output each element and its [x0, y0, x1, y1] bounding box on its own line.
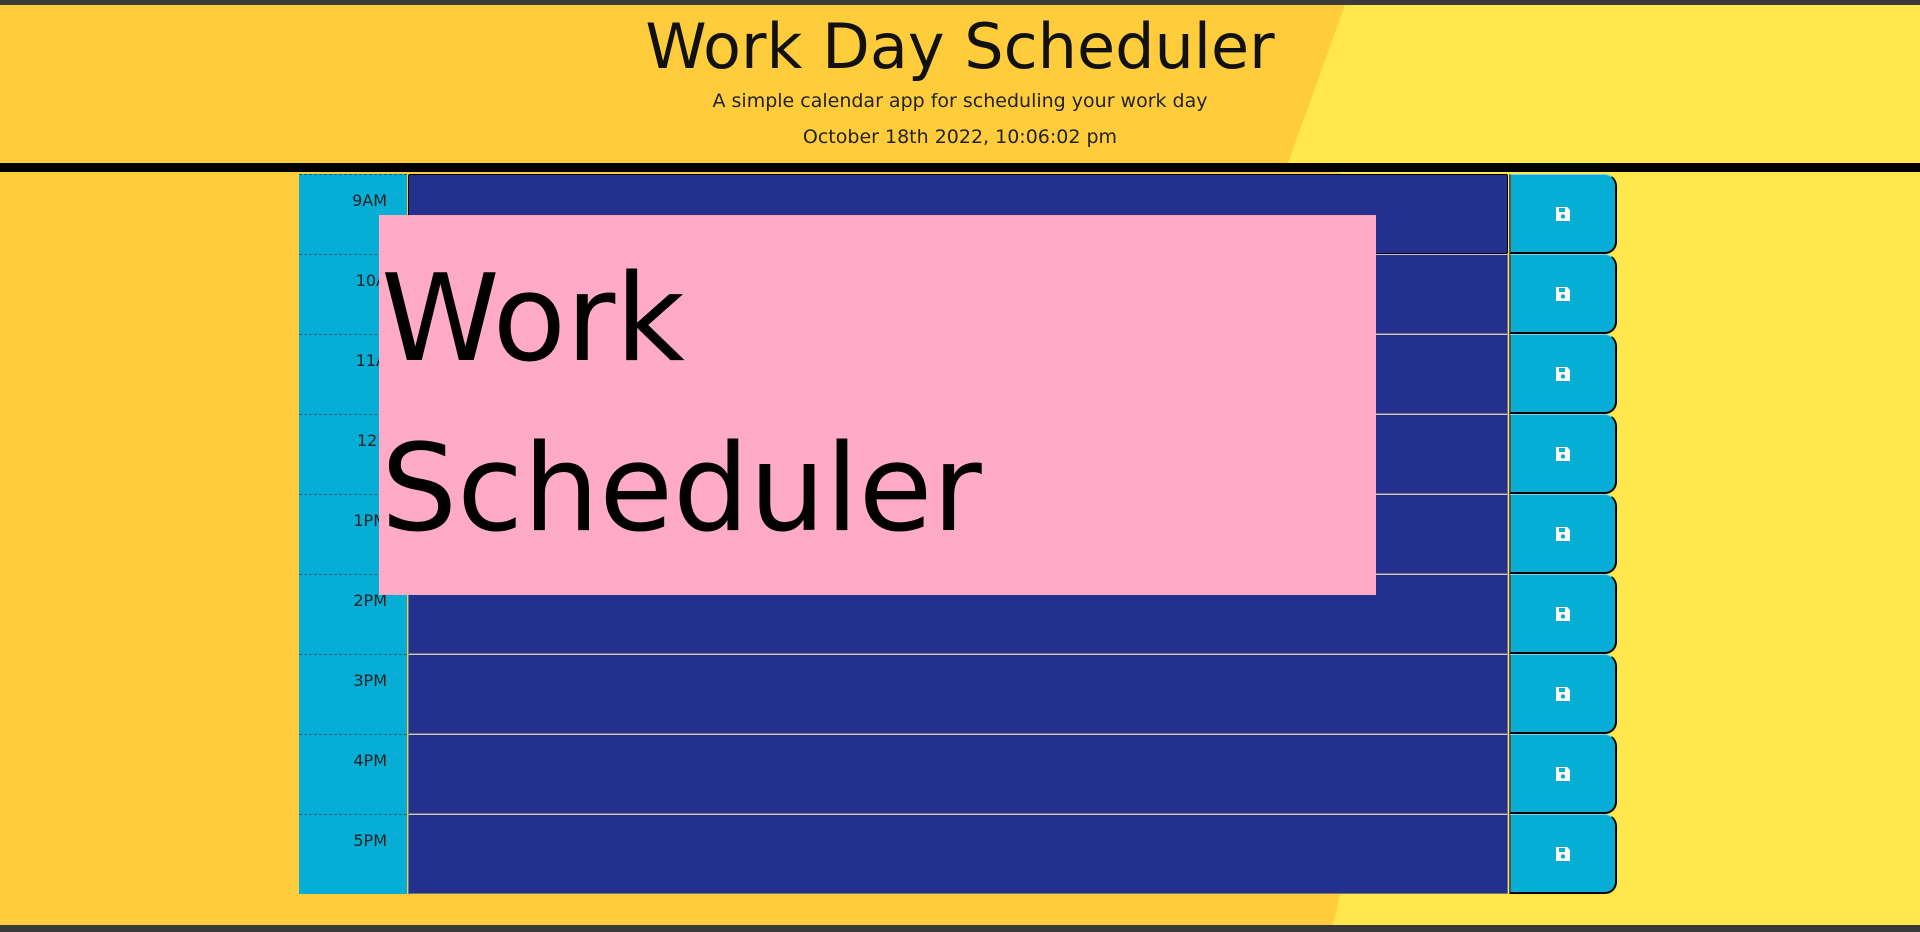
overlay-heading: Work Scheduler: [381, 235, 982, 575]
save-icon: [1556, 286, 1570, 301]
header-divider: [0, 163, 1920, 172]
overlay-line-1: Work: [381, 250, 685, 389]
save-button[interactable]: [1509, 414, 1617, 494]
save-icon: [1556, 766, 1570, 781]
time-block-row: 3PM: [299, 654, 1619, 734]
save-icon: [1556, 606, 1570, 621]
page-header: Work Day Scheduler A simple calendar app…: [0, 5, 1920, 163]
save-button[interactable]: [1509, 334, 1617, 414]
save-button[interactable]: [1509, 174, 1617, 254]
window-bottom-edge: [0, 925, 1920, 932]
save-icon: [1556, 446, 1570, 461]
save-icon: [1556, 846, 1570, 861]
save-icon: [1556, 366, 1570, 381]
overlay-line-2: Scheduler: [381, 420, 982, 559]
time-block-row: 4PM: [299, 734, 1619, 814]
save-button[interactable]: [1509, 574, 1617, 654]
page-subtitle: A simple calendar app for scheduling you…: [712, 90, 1208, 112]
work-scheduler-overlay: Work Scheduler: [379, 215, 1376, 595]
scheduler-page: Work Day Scheduler A simple calendar app…: [0, 5, 1920, 925]
save-button[interactable]: [1509, 814, 1617, 894]
save-button[interactable]: [1509, 254, 1617, 334]
hour-label: 4PM: [299, 734, 407, 814]
save-icon: [1556, 206, 1570, 221]
current-datetime: October 18th 2022, 10:06:02 pm: [802, 126, 1118, 148]
hour-label: 5PM: [299, 814, 407, 894]
hour-label: 3PM: [299, 654, 407, 734]
time-block-row: 5PM: [299, 814, 1619, 894]
save-button[interactable]: [1509, 654, 1617, 734]
save-button[interactable]: [1509, 494, 1617, 574]
save-icon: [1556, 686, 1570, 701]
event-description-field[interactable]: [408, 654, 1508, 734]
page-title: Work Day Scheduler: [645, 10, 1275, 83]
event-description-field[interactable]: [408, 814, 1508, 894]
event-description-field[interactable]: [408, 734, 1508, 814]
save-icon: [1556, 526, 1570, 541]
save-button[interactable]: [1509, 734, 1617, 814]
